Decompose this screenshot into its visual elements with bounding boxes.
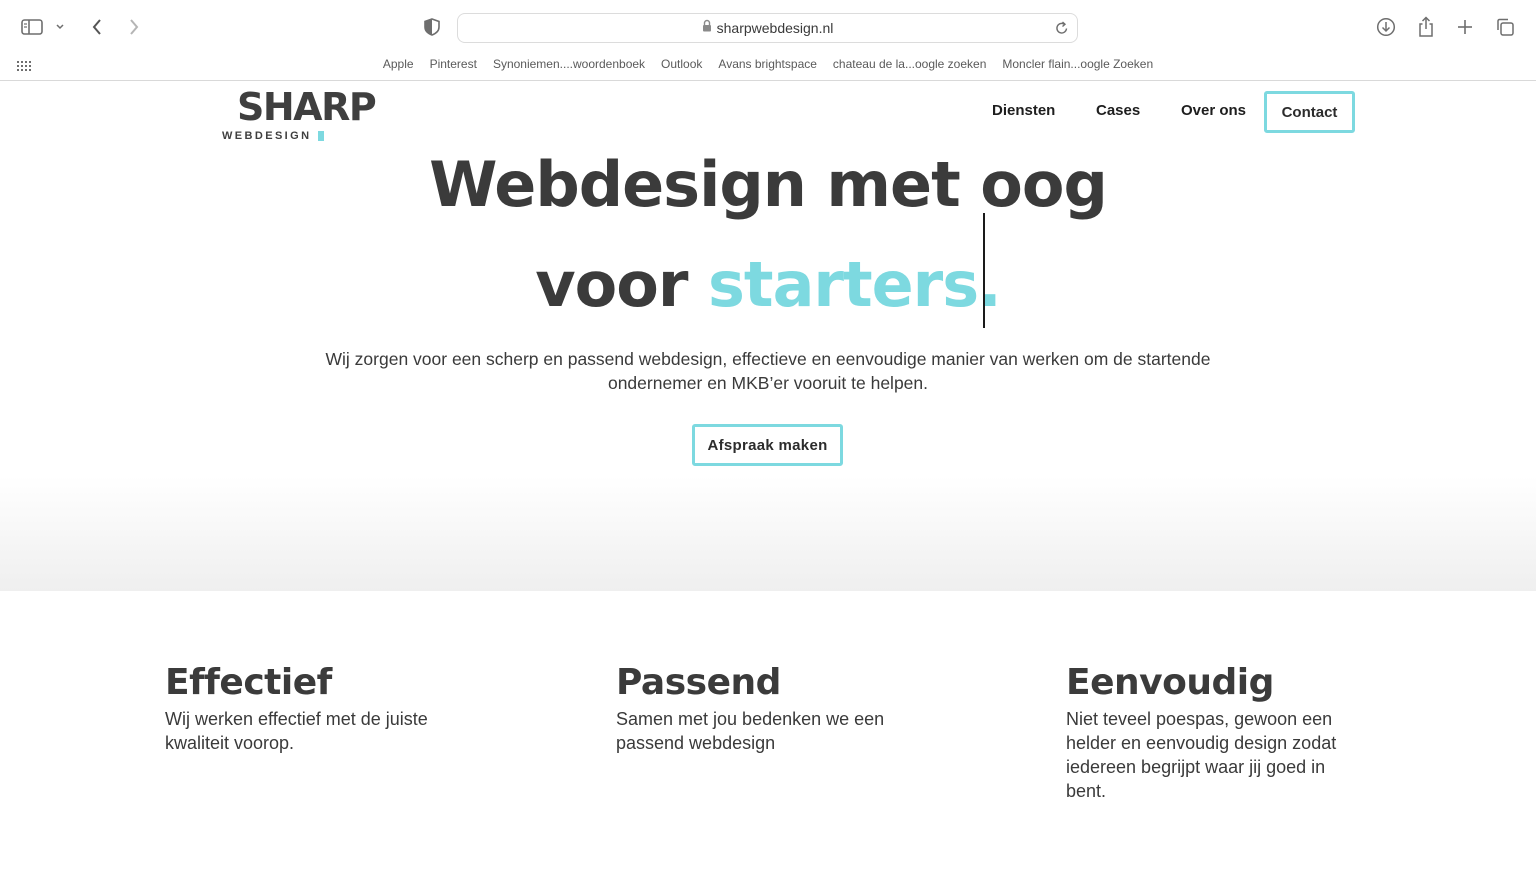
feature-title: Eenvoudig <box>1066 662 1274 703</box>
reload-icon[interactable] <box>1055 20 1069 41</box>
hero-background-fade <box>0 476 1536 591</box>
bookmark-chateau[interactable]: chateau de la...oogle zoeken <box>825 57 994 71</box>
hero-title-line1: Webdesign met oog <box>429 148 1108 221</box>
sidebar-toggle-icon[interactable] <box>19 14 45 40</box>
web-page: SHARP WEBDESIGN Diensten Cases Over ons … <box>0 81 1536 879</box>
chevron-down-icon[interactable] <box>49 14 71 40</box>
nav-over-ons[interactable]: Over ons <box>1181 102 1246 119</box>
bookmark-pinterest[interactable]: Pinterest <box>422 57 485 71</box>
bookmark-apple[interactable]: Apple <box>375 57 422 71</box>
url-text: sharpwebdesign.nl <box>716 20 834 36</box>
feature-passend: Passend Samen met jou bedenken we een pa… <box>616 661 936 755</box>
feature-title: Passend <box>616 662 781 703</box>
feature-text: Niet teveel poespas, gewoon een helder e… <box>1066 709 1337 801</box>
bookmark-list: Apple Pinterest Synoniemen....woordenboe… <box>0 57 1536 71</box>
address-bar[interactable]: sharpwebdesign.nl <box>457 13 1078 43</box>
browser-toolbar: sharpwebdesign.nl <box>0 0 1536 54</box>
main-nav: Diensten Cases Over ons Contact <box>0 91 1536 135</box>
feature-effectief: Effectief Wij werken effectief met de ju… <box>165 661 485 755</box>
tab-overview-icon[interactable] <box>1492 14 1518 40</box>
nav-contact-button[interactable]: Contact <box>1264 91 1355 133</box>
lock-icon <box>702 19 712 37</box>
back-arrow-icon[interactable] <box>84 14 110 40</box>
typing-caret <box>983 213 985 328</box>
feature-text: Wij werken effectief met de juiste kwali… <box>165 709 428 753</box>
bookmark-synoniemen[interactable]: Synoniemen....woordenboek <box>485 57 653 71</box>
downloads-icon[interactable] <box>1373 14 1399 40</box>
feature-text: Samen met jou bedenken we een passend we… <box>616 709 885 753</box>
hero-line2-prefix: voor <box>535 248 709 321</box>
hero-line2-accent: starters. <box>708 248 1002 321</box>
feature-eenvoudig: Eenvoudig Niet teveel poespas, gewoon ee… <box>1066 661 1366 803</box>
new-tab-plus-icon[interactable] <box>1452 14 1478 40</box>
feature-title: Effectief <box>165 662 332 703</box>
bookmark-moncler[interactable]: Moncler flain...oogle Zoeken <box>994 57 1161 71</box>
privacy-shield-icon[interactable] <box>419 14 445 40</box>
nav-diensten[interactable]: Diensten <box>992 102 1055 119</box>
hero-subtitle: Wij zorgen voor een scherp en passend we… <box>325 349 1211 393</box>
favorites-bar: Apple Pinterest Synoniemen....woordenboe… <box>0 54 1536 81</box>
nav-cases[interactable]: Cases <box>1096 102 1140 119</box>
bookmark-outlook[interactable]: Outlook <box>653 57 710 71</box>
bookmark-avans[interactable]: Avans brightspace <box>710 57 825 71</box>
share-icon[interactable] <box>1413 14 1439 40</box>
afspraak-maken-button[interactable]: Afspraak maken <box>692 424 843 466</box>
hero-title-line2: voor starters. <box>0 235 1536 335</box>
forward-arrow-icon[interactable] <box>121 14 147 40</box>
